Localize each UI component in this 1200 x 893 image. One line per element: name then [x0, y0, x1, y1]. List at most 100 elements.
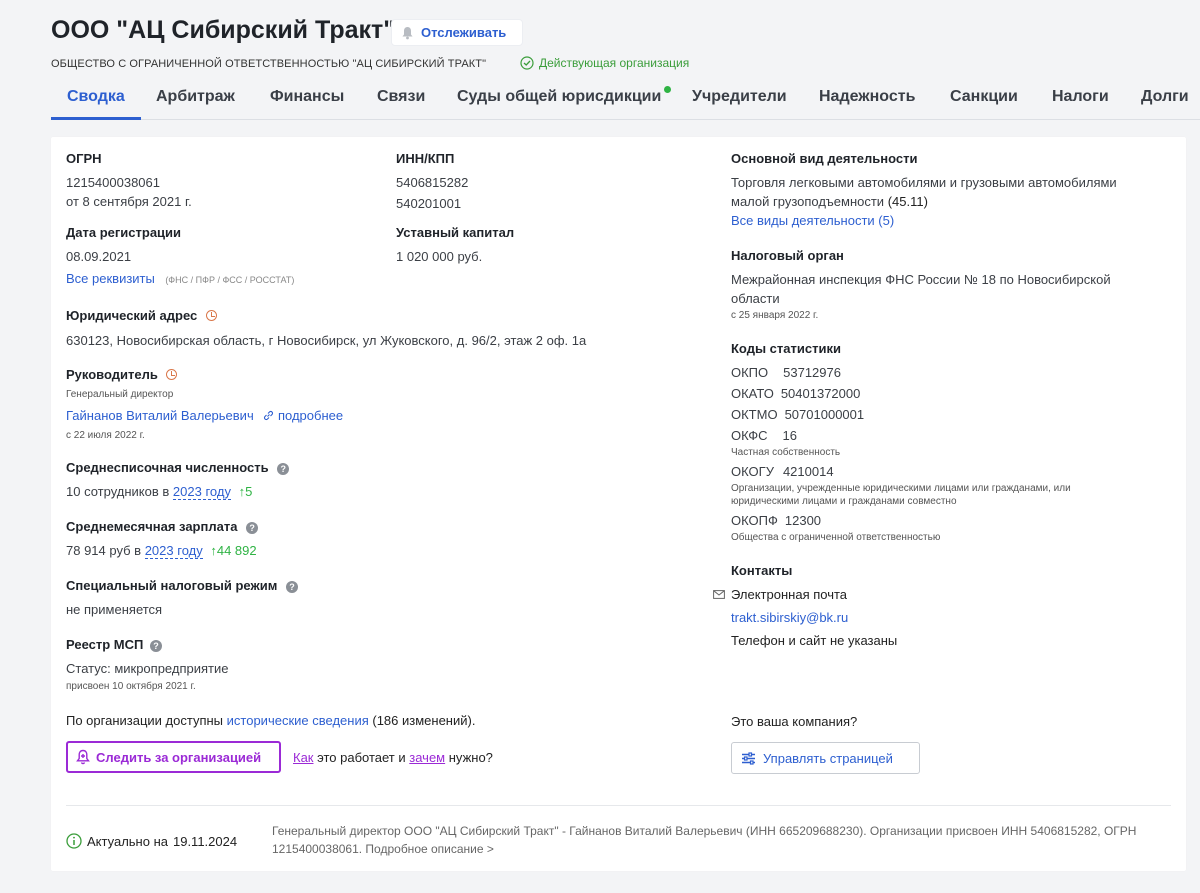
msp-assigned: присвоен 10 октября 2021 г.	[66, 681, 196, 692]
director-name-link[interactable]: Гайнанов Виталий Валерьевич	[66, 408, 254, 423]
help-icon[interactable]: ?	[277, 463, 290, 475]
director-since: с 22 июля 2022 г.	[66, 430, 145, 441]
requisites-sources: (ФНС / ПФР / ФСС / РОССТАТ)	[165, 275, 295, 285]
okogu-key: ОКОГУ	[731, 464, 774, 479]
okpo-key: ОКПО	[731, 365, 769, 380]
how-link[interactable]: Как	[293, 750, 314, 765]
director-position: Генеральный директор	[66, 389, 174, 400]
tab-finance[interactable]: Финансы	[270, 88, 344, 106]
track-organization-label: Следить за организацией	[96, 749, 262, 765]
status-badge: Действующая организация	[520, 56, 689, 70]
ogrn-date: от 8 сентября 2021 г.	[66, 194, 192, 209]
capital-value: 1 020 000 руб.	[396, 249, 483, 264]
okato-key: ОКАТО	[731, 386, 774, 401]
oktmo-value: 50701000001	[784, 407, 865, 422]
stat-codes-label: Коды статистики	[731, 341, 841, 356]
actual-date: 19.11.2024	[172, 833, 238, 849]
capital-label: Уставный капитал	[396, 225, 515, 240]
address-label-row: Юридический адрес	[66, 308, 217, 323]
tab-connections[interactable]: Связи	[377, 88, 425, 106]
salary-value: 78 914 руб в	[66, 543, 142, 558]
history-prefix: По организации доступны	[66, 713, 224, 728]
email-link[interactable]: trakt.sibirskiy@bk.ru	[731, 610, 848, 625]
address-value: 630123, Новосибирская область, г Новосиб…	[66, 333, 587, 348]
tab-sanctions[interactable]: Санкции	[950, 88, 1018, 106]
help-icon[interactable]: ?	[285, 581, 298, 593]
manage-page-button[interactable]: Управлять страницей	[731, 742, 920, 774]
activity-line1: Торговля легковыми автомобилями и грузов…	[731, 175, 1117, 190]
employees-value: 10 сотрудников в	[66, 484, 170, 499]
tab-reliability[interactable]: Надежность	[819, 88, 915, 106]
footer-description[interactable]: Генеральный директор ООО "АЦ Сибирский Т…	[272, 822, 1152, 858]
tab-founders[interactable]: Учредители	[692, 88, 787, 106]
contacts-label: Контакты	[731, 563, 793, 578]
tab-general-courts[interactable]: Суды общей юрисдикции	[457, 88, 661, 106]
okopf-value: 12300	[784, 513, 822, 528]
new-indicator-dot	[664, 86, 671, 93]
okogu-description-1: Организации, учрежденные юридическими ли…	[731, 483, 1071, 494]
okpo-value: 53712976	[783, 365, 841, 380]
no-phone-text: Телефон и сайт не указаны	[731, 633, 898, 648]
oktmo-key: ОКТМО	[731, 407, 778, 422]
help-icon[interactable]: ?	[149, 640, 162, 652]
all-requisites-link[interactable]: Все реквизиты	[66, 271, 155, 286]
email-label: Электронная почта	[731, 587, 848, 602]
director-label-row: Руководитель	[66, 367, 178, 382]
track-organization-button[interactable]: Следить за организацией	[66, 741, 281, 773]
mail-icon	[713, 590, 725, 599]
history-count: (186 изменений).	[372, 713, 476, 728]
tax-regime-label: Специальный налоговый режим	[66, 578, 278, 593]
why-link[interactable]: зачем	[409, 750, 445, 765]
how-it-works-row: Как это работает и зачем нужно?	[293, 750, 493, 765]
sliders-icon	[742, 751, 755, 765]
director-more-label: подробнее	[277, 408, 344, 423]
director-label: Руководитель	[66, 367, 158, 382]
tab-bar: Сводка Арбитраж Финансы Связи Суды общей…	[51, 82, 1200, 120]
history-row: По организации доступны исторические све…	[66, 713, 475, 728]
okogu-row: ОКОГУ 4210014	[731, 464, 834, 479]
how-middle: это работает и	[317, 750, 406, 765]
actual-prefix: Актуально на	[87, 833, 168, 849]
okogu-description-2: юридическими лицами и гражданами совмест…	[731, 496, 957, 507]
tab-arbitration[interactable]: Арбитраж	[156, 88, 235, 106]
registration-value: 08.09.2021	[66, 249, 132, 264]
actual-date-row: Актуально на 19.11.2024	[66, 833, 237, 849]
inn-value: 5406815282	[396, 175, 469, 190]
okato-value: 50401372000	[780, 386, 861, 401]
full-company-name: ОБЩЕСТВО С ОГРАНИЧЕННОЙ ОТВЕТСТВЕННОСТЬЮ…	[51, 58, 487, 70]
tax-regime-value: не применяется	[66, 602, 163, 617]
tab-debts[interactable]: Долги	[1141, 88, 1189, 106]
info-icon	[66, 833, 82, 849]
tab-summary[interactable]: Сводка	[67, 88, 125, 106]
employees-row: 10 сотрудников в 2023 году ↑5	[66, 484, 252, 500]
history-link[interactable]: исторические сведения	[227, 713, 369, 728]
salary-label: Среднемесячная зарплата	[66, 519, 238, 534]
history-clock-icon[interactable]	[166, 369, 178, 380]
tab-taxes[interactable]: Налоги	[1052, 88, 1109, 106]
employees-year-link[interactable]: 2023 году	[172, 484, 231, 500]
footer-divider	[66, 805, 1171, 806]
okfs-description: Частная собственность	[731, 447, 841, 458]
your-company-text: Это ваша компания?	[731, 714, 858, 729]
activity-line2: малой грузоподъемности	[731, 194, 885, 209]
salary-year-link[interactable]: 2023 году	[144, 543, 203, 559]
msp-label-row: Реестр МСП ?	[66, 637, 162, 652]
okogu-value: 4210014	[782, 464, 834, 479]
okfs-value: 16	[782, 428, 797, 443]
follow-button-label: Отслеживать	[421, 25, 507, 40]
link-icon	[264, 410, 274, 421]
active-tab-indicator	[51, 117, 141, 120]
help-icon[interactable]: ?	[246, 522, 259, 534]
manage-page-label: Управлять страницей	[763, 750, 893, 766]
activity-line2-row: малой грузоподъемности (45.11)	[731, 194, 928, 209]
director-more-link[interactable]: подробнее	[263, 408, 343, 423]
tax-authority-label: Налоговый орган	[731, 248, 844, 263]
kpp-value: 540201001	[396, 196, 462, 211]
how-suffix: нужно?	[448, 750, 493, 765]
follow-button[interactable]: Отслеживать	[391, 19, 523, 46]
page-title: ООО "АЦ Сибирский Тракт"	[51, 16, 396, 44]
history-clock-icon[interactable]	[205, 310, 217, 321]
all-activities-link[interactable]: Все виды деятельности (5)	[731, 213, 894, 228]
salary-row: 78 914 руб в 2023 году ↑44 892	[66, 543, 257, 559]
ogrn-label: ОГРН	[66, 151, 102, 166]
